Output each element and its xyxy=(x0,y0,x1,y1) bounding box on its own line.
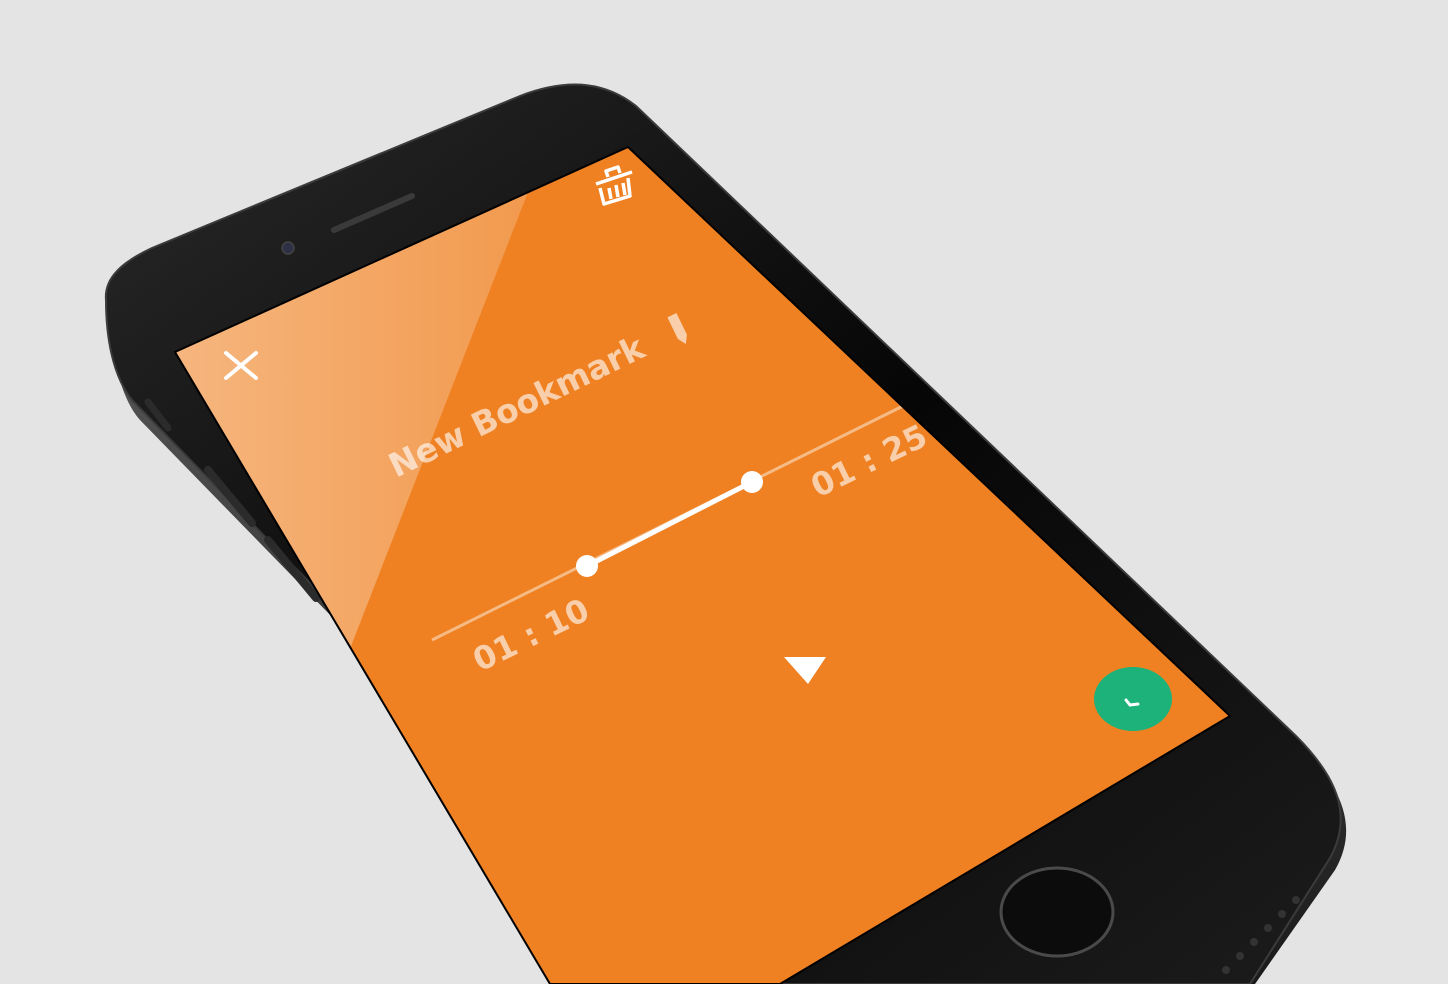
confirm-button[interactable] xyxy=(1094,667,1172,731)
start-handle[interactable] xyxy=(576,555,598,577)
scene: New Bookmark 01 : 25 01 : 10 xyxy=(0,0,1448,984)
end-handle[interactable] xyxy=(741,471,763,493)
home-button[interactable] xyxy=(999,866,1115,958)
front-camera xyxy=(281,241,295,255)
